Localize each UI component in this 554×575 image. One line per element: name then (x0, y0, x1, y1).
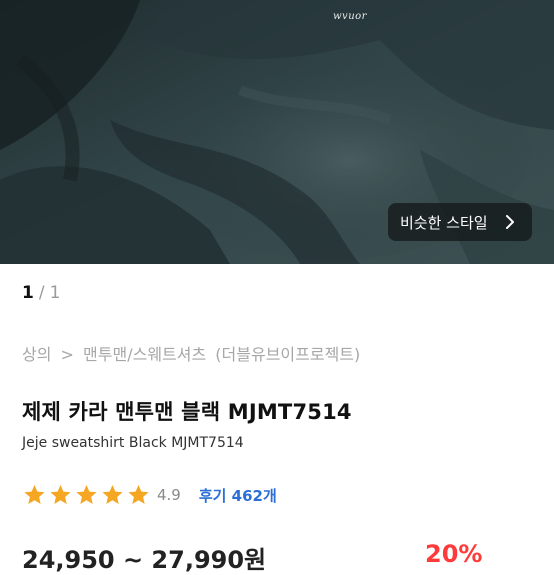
star-rating (22, 483, 151, 507)
rating-score: 4.9 (157, 486, 181, 504)
pager-total: 1 (49, 283, 61, 303)
breadcrumb-separator: > (60, 345, 74, 364)
discount-rate: 20% (425, 540, 483, 568)
image-pager: 1/1 (22, 283, 60, 303)
breadcrumb: 상의 > 맨투맨/스웨트셔츠 (더블유브이프로젝트) (22, 341, 364, 365)
product-title: 제제 카라 맨투맨 블랙 MJMT7514 (22, 400, 352, 424)
product-subtitle: Jeje sweatshirt Black MJMT7514 (22, 435, 244, 451)
breadcrumb-subcategory[interactable]: 맨투맨/스웨트셔츠 (83, 345, 206, 364)
star-icon (50, 485, 71, 504)
star-icon (128, 485, 149, 504)
similar-style-button[interactable]: 비슷한 스타일 (388, 203, 532, 241)
rating-row: 4.9 후기 462개 (22, 482, 277, 508)
star-icon (102, 485, 123, 504)
chevron-right-icon (506, 215, 514, 229)
pager-current: 1 (22, 283, 34, 303)
star-icon (24, 485, 45, 504)
star-icon (76, 485, 97, 504)
shirt-logo: wvuor (333, 11, 367, 22)
breadcrumb-category[interactable]: 상의 (22, 345, 51, 364)
pager-separator: / (38, 283, 45, 303)
product-image[interactable]: wvuor 비슷한 스타일 (0, 0, 554, 264)
review-count-link[interactable]: 후기 462개 (199, 485, 277, 506)
breadcrumb-brand[interactable]: (더블유브이프로젝트) (215, 345, 360, 364)
similar-style-label: 비슷한 스타일 (400, 213, 488, 232)
price-range: 24,950 ~ 27,990원 (22, 546, 267, 574)
